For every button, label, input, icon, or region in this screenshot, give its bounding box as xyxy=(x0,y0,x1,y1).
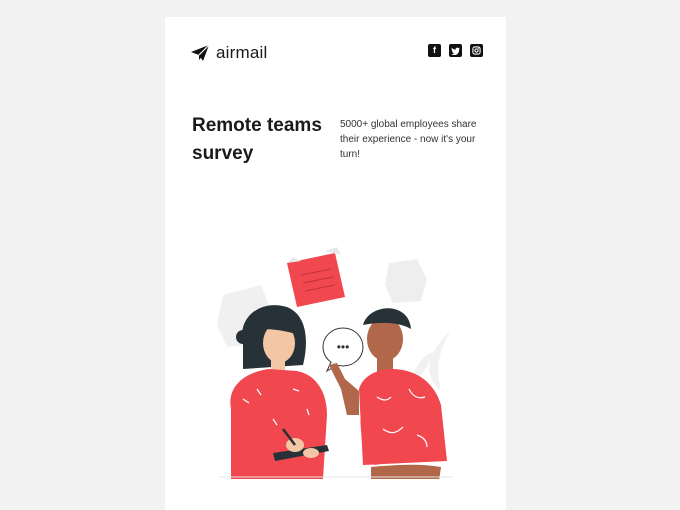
hero-description: 5000+ global employees share their exper… xyxy=(340,119,477,160)
page-title: Remote teams survey xyxy=(192,115,322,164)
brand-name: airmail xyxy=(216,43,268,62)
email-card: airmail f Remote teams survey 5000+ glob… xyxy=(165,17,506,510)
brand[interactable]: airmail xyxy=(190,43,267,63)
speech-bubble: ••• xyxy=(322,327,364,373)
remote-team-illustration: ••• xyxy=(217,247,453,479)
twitter-bird xyxy=(451,47,460,55)
facebook-icon[interactable]: f xyxy=(428,44,441,57)
sticky-note xyxy=(287,247,345,307)
speech-bubble-dots: ••• xyxy=(337,340,350,354)
woman-figure xyxy=(230,305,329,479)
instagram-icon[interactable] xyxy=(470,44,483,57)
facebook-glyph: f xyxy=(433,45,436,55)
social-links: f xyxy=(428,44,483,57)
paper-plane-icon xyxy=(191,44,210,61)
twitter-icon[interactable] xyxy=(449,44,462,57)
instagram-glyph xyxy=(472,46,481,55)
